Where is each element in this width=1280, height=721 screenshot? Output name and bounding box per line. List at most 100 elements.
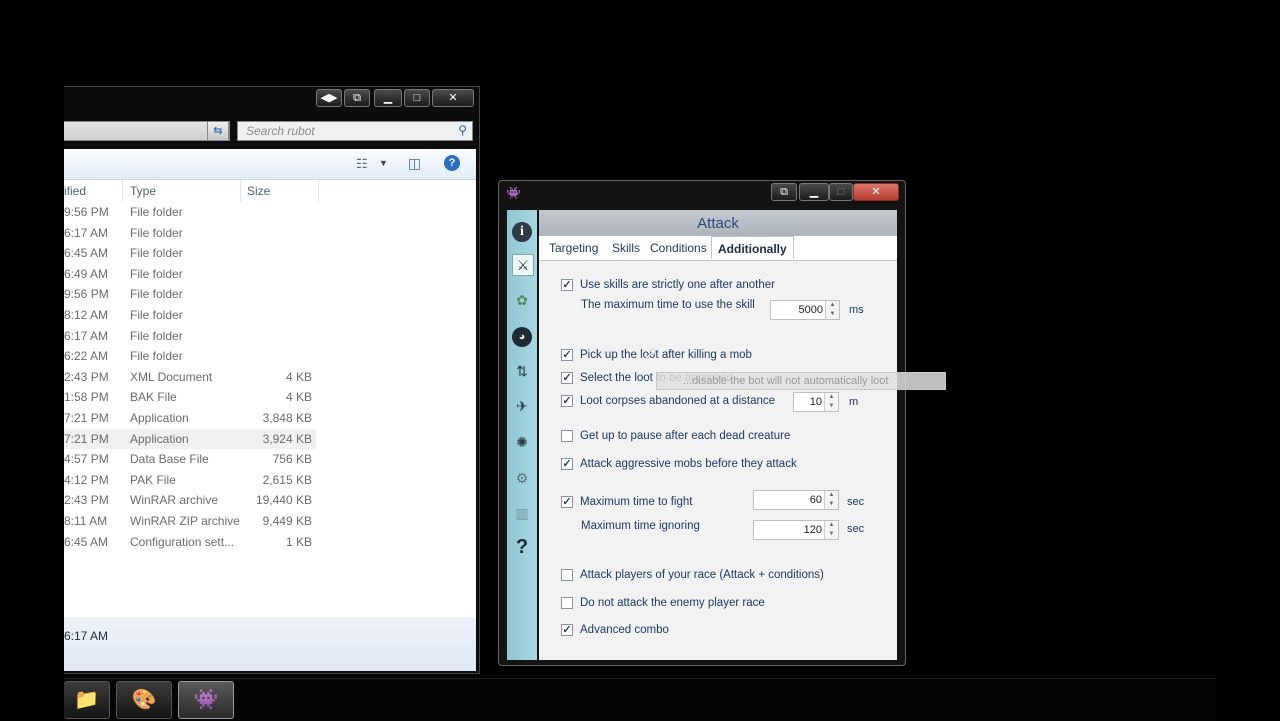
info-icon[interactable]: i: [512, 222, 532, 242]
down-arrow-icon[interactable]: ▼: [825, 500, 838, 509]
close-button[interactable]: ✕: [432, 89, 474, 107]
cell-date: 9:56 PM: [64, 205, 109, 219]
close-button[interactable]: ✕: [853, 183, 899, 201]
cell-date: 2:43 PM: [64, 369, 109, 384]
snap-icon[interactable]: ◀▶: [316, 89, 342, 107]
table-row[interactable]: 9:56 PM File folder: [64, 284, 316, 304]
restore-window-icon[interactable]: ⧉: [344, 89, 370, 107]
column-divider[interactable]: [318, 180, 319, 202]
minimize-button[interactable]: ▁: [374, 89, 402, 107]
column-header-date[interactable]: ified: [64, 184, 86, 198]
table-row[interactable]: 6:22 AM File folder: [64, 346, 316, 366]
checkbox[interactable]: ✓: [561, 624, 573, 636]
restore-window-icon[interactable]: ⧉: [771, 183, 797, 201]
column-header-type[interactable]: Type: [130, 184, 156, 198]
herb-icon[interactable]: ✿: [512, 290, 532, 310]
checkbox[interactable]: ✓: [561, 279, 573, 291]
column-divider[interactable]: [122, 180, 123, 202]
down-arrow-icon[interactable]: ▼: [826, 310, 839, 319]
cell-type: BAK File: [130, 390, 177, 405]
table-row[interactable]: 8:12 AM File folder: [64, 305, 316, 325]
max-skill-time-input[interactable]: 5000 ▲ ▼: [770, 300, 840, 320]
refresh-icon[interactable]: ⇅: [512, 361, 532, 381]
table-row[interactable]: 6:45 AM Configuration sett... 1 KB: [64, 532, 316, 552]
tab-skills[interactable]: Skills: [612, 241, 640, 255]
paint-taskbar-icon[interactable]: 🎨: [116, 681, 172, 719]
table-row[interactable]: 6:17 AM File folder: [64, 223, 316, 243]
maximize-button[interactable]: □: [404, 89, 430, 107]
max-fight-time-input[interactable]: 60 ▲ ▼: [753, 490, 839, 510]
cell-size: 4 KB: [285, 390, 312, 405]
cell-date: 6:17 AM: [64, 328, 109, 343]
checkbox[interactable]: [561, 569, 573, 581]
spin-buttons[interactable]: ▲ ▼: [825, 301, 839, 319]
view-options-icon[interactable]: ☷: [356, 156, 368, 172]
table-row[interactable]: 6:17 AM File folder: [64, 326, 316, 346]
checkbox[interactable]: ✓: [561, 496, 573, 508]
minimize-button[interactable]: ▁: [799, 183, 829, 201]
down-arrow-icon[interactable]: ▼: [825, 530, 838, 539]
bot-sidebar: i ⚔ ✿ ◕ ⇅ ✈ ✺ ⚙ ▥ ?: [507, 210, 537, 660]
cell-type: WinRAR ZIP archive: [130, 514, 240, 528]
tab-conditions[interactable]: Conditions: [650, 241, 707, 255]
up-arrow-icon[interactable]: ▲: [826, 301, 839, 310]
table-row[interactable]: 8:11 AM WinRAR ZIP archive 9,449 KB: [64, 511, 316, 531]
bar-chart-icon[interactable]: ▥: [512, 503, 532, 523]
up-arrow-icon[interactable]: ▲: [825, 491, 838, 500]
option-label: Maximum time to fight: [580, 496, 693, 508]
up-arrow-icon[interactable]: ▲: [825, 393, 838, 402]
up-arrow-icon[interactable]: ▲: [825, 521, 838, 530]
table-row[interactable]: 4:12 PM PAK File 2,615 KB: [64, 470, 316, 490]
cell-date: 1:58 PM: [64, 390, 109, 405]
checkbox[interactable]: ✓: [561, 372, 573, 384]
table-row[interactable]: 6:49 AM File folder: [64, 264, 316, 284]
checkbox[interactable]: [561, 430, 573, 442]
preview-pane-icon[interactable]: ◫: [408, 155, 421, 172]
table-row[interactable]: 1:58 PM BAK File 4 KB: [64, 387, 316, 407]
tab-additionally[interactable]: Additionally: [711, 236, 794, 259]
tab-targeting[interactable]: Targeting: [549, 241, 598, 255]
cell-date: 8:12 AM: [64, 308, 109, 322]
bot-taskbar-icon[interactable]: 👾: [178, 681, 234, 719]
down-arrow-icon[interactable]: ▼: [825, 402, 838, 411]
maximize-button[interactable]: □: [829, 183, 853, 201]
bird-icon[interactable]: ✈: [512, 396, 532, 416]
column-divider[interactable]: [240, 180, 241, 202]
refresh-icon[interactable]: ⇆: [207, 121, 229, 141]
chevron-down-icon[interactable]: ▼: [379, 158, 388, 168]
paw-icon[interactable]: ✺: [512, 432, 532, 452]
spin-value: 60: [809, 494, 822, 506]
table-row[interactable]: 7:21 PM Application 3,924 KB: [64, 428, 316, 449]
loot-distance-input[interactable]: 10 ▲ ▼: [793, 392, 839, 412]
help-icon[interactable]: ?: [512, 537, 532, 557]
checkbox[interactable]: [561, 597, 573, 609]
search-field[interactable]: Search rubot ⚲: [237, 121, 473, 141]
table-row[interactable]: 9:56 PM File folder: [64, 202, 316, 222]
column-header-size[interactable]: Size: [247, 184, 270, 198]
address-bar[interactable]: ▼: [64, 121, 230, 141]
spin-buttons[interactable]: ▲ ▼: [824, 393, 838, 411]
cell-type: WinRAR archive: [130, 493, 219, 508]
spin-buttons[interactable]: ▲ ▼: [824, 521, 838, 539]
search-input[interactable]: Search rubot: [237, 121, 473, 141]
checkbox[interactable]: ✓: [561, 395, 573, 407]
explorer-taskbar-icon[interactable]: 📁: [64, 681, 110, 719]
potion-icon[interactable]: ◕: [512, 327, 532, 347]
table-row[interactable]: 2:43 PM WinRAR archive 19,440 KB: [64, 490, 316, 510]
table-row[interactable]: 4:57 PM Data Base File 756 KB: [64, 449, 316, 469]
table-row[interactable]: 6:45 AM File folder: [64, 243, 316, 263]
checkbox[interactable]: ✓: [561, 349, 573, 361]
spin-buttons[interactable]: ▲ ▼: [824, 491, 838, 509]
panel-title: Attack: [539, 210, 897, 236]
option-label: Loot corpses abandoned at a distance: [580, 395, 776, 407]
table-row[interactable]: 7:21 PM Application 3,848 KB: [64, 408, 316, 428]
app-icon: 👾: [506, 186, 521, 200]
table-row[interactable]: 2:43 PM XML Document 4 KB: [64, 367, 316, 387]
checkbox[interactable]: ✓: [561, 458, 573, 470]
search-icon[interactable]: ⚲: [458, 123, 467, 137]
gear-icon[interactable]: ⚙: [512, 468, 532, 488]
crossed-swords-icon[interactable]: ⚔: [512, 254, 534, 276]
max-ignore-input[interactable]: 120 ▲ ▼: [753, 520, 839, 540]
help-icon[interactable]: ?: [444, 155, 460, 171]
attack-panel: Attack Targeting Skills Conditions Addit…: [539, 210, 897, 660]
